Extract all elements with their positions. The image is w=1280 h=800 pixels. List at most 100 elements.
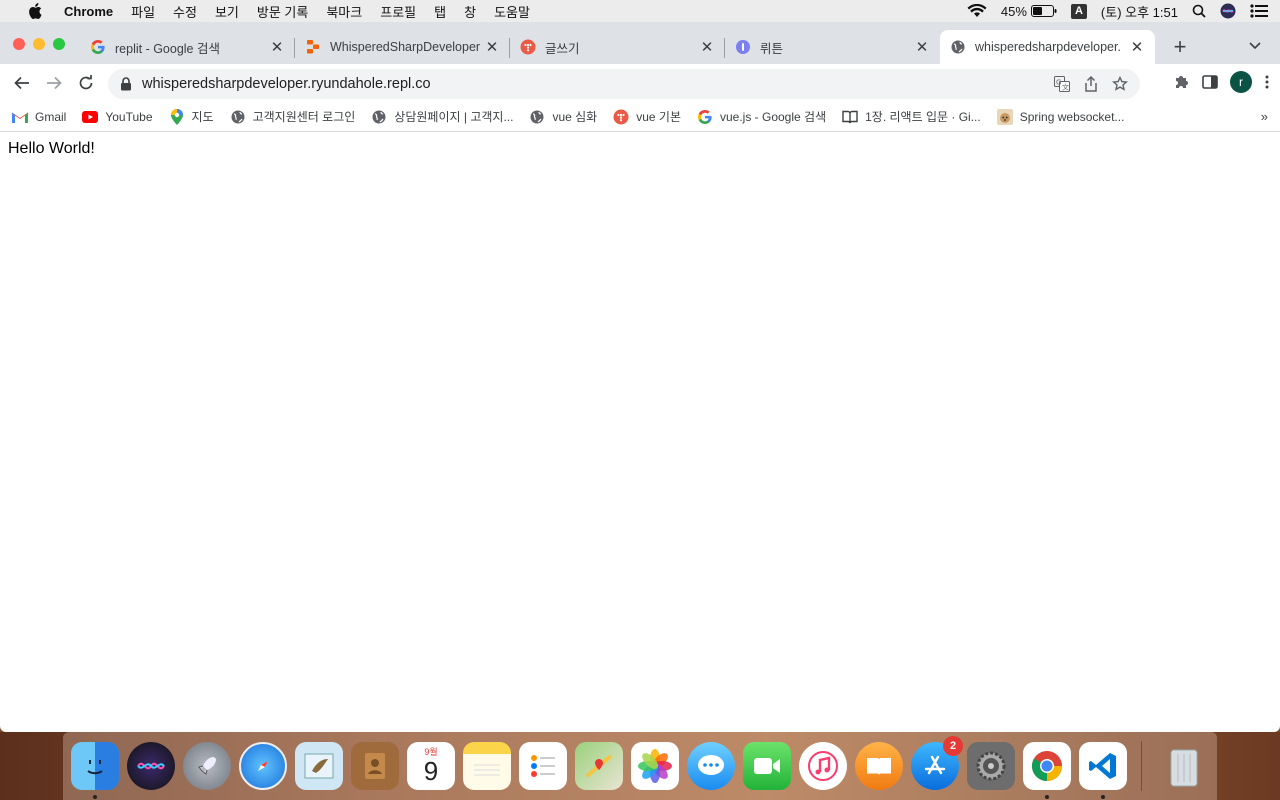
menubar-clock[interactable]: (토) 오후 1:51 — [1101, 2, 1178, 21]
bookmark-spring-websocket[interactable]: Spring websocket... — [996, 108, 1124, 125]
tab-list: replit - Google 검색 ✕ WhisperedSharpDevel… — [80, 30, 1155, 64]
menu-file[interactable]: 파일 — [131, 2, 155, 21]
extensions-puzzle-icon[interactable] — [1174, 74, 1190, 90]
facetime-icon[interactable] — [743, 742, 791, 790]
menu-window[interactable]: 창 — [464, 2, 476, 21]
url-text[interactable]: whisperedsharpdeveloper.ryundahole.repl.… — [142, 76, 431, 92]
photos-icon[interactable] — [631, 742, 679, 790]
bookmarks-bar: Gmail YouTube 지도 고객지원센터 로그인 상담원페이지 | 고객지… — [0, 102, 1280, 132]
replit-icon — [305, 39, 321, 55]
finder-icon[interactable] — [71, 742, 119, 799]
profile-avatar[interactable]: r — [1230, 71, 1252, 93]
bookmark-support-login[interactable]: 고객지원센터 로그인 — [230, 108, 356, 125]
music-icon[interactable] — [799, 742, 847, 790]
tab-close-icon[interactable]: ✕ — [484, 39, 500, 56]
kebab-menu-icon[interactable] — [1264, 74, 1270, 90]
svg-text:G: G — [1056, 79, 1061, 87]
launchpad-icon[interactable] — [183, 742, 231, 790]
mail-app-icon[interactable] — [295, 742, 343, 790]
menu-view[interactable]: 보기 — [215, 2, 239, 21]
menu-edit[interactable]: 수정 — [173, 2, 197, 21]
more-bookmarks-chevron-icon[interactable]: » — [1261, 109, 1268, 124]
bookmark-youtube[interactable]: YouTube — [82, 109, 153, 125]
books-icon[interactable] — [855, 742, 903, 790]
bookmark-label: Gmail — [35, 109, 67, 124]
youtube-icon — [82, 109, 99, 125]
new-tab-button[interactable]: + — [1168, 36, 1192, 60]
menu-help[interactable]: 도움말 — [494, 2, 530, 21]
battery-status[interactable]: 45% — [1001, 4, 1057, 19]
tab-search-chevron-icon[interactable] — [1248, 38, 1266, 56]
lock-icon[interactable] — [120, 77, 132, 91]
chrome-dock-icon[interactable] — [1023, 742, 1071, 799]
google-icon — [90, 39, 106, 55]
window-minimize-button[interactable] — [33, 38, 45, 50]
tab-write-post[interactable]: 글쓰기 ✕ — [510, 30, 725, 64]
apple-menu-icon[interactable] — [20, 3, 50, 19]
siri-icon[interactable] — [1220, 3, 1236, 19]
app-store-badge: 2 — [943, 736, 963, 756]
tab-replit-google[interactable]: replit - Google 검색 ✕ — [80, 30, 295, 64]
bookmark-label: 상담원페이지 | 고객지... — [394, 110, 514, 124]
tab-close-icon[interactable]: ✕ — [1129, 39, 1145, 56]
globe-icon — [529, 109, 545, 125]
calendar-icon[interactable]: 9월 9 — [407, 742, 455, 790]
menu-bookmarks[interactable]: 북마크 — [326, 2, 362, 21]
translate-icon[interactable]: G文 — [1054, 76, 1070, 92]
bookmark-agent-page[interactable]: 상담원페이지 | 고객지... — [371, 108, 513, 125]
svg-text:文: 文 — [1062, 83, 1069, 92]
maps-app-icon[interactable] — [575, 742, 623, 790]
menu-profiles[interactable]: 프로필 — [380, 2, 416, 21]
battery-icon — [1030, 5, 1057, 17]
book-icon — [842, 109, 858, 125]
reminders-icon[interactable] — [519, 742, 567, 790]
menu-history[interactable]: 방문 기록 — [257, 2, 308, 21]
hello-world-text: Hello World! — [8, 140, 95, 157]
tab-close-icon[interactable]: ✕ — [699, 39, 715, 56]
messages-icon[interactable] — [687, 742, 735, 790]
page-content: Hello World! — [0, 132, 1280, 166]
wifi-icon[interactable] — [967, 4, 987, 18]
safari-icon[interactable] — [239, 742, 287, 790]
bookmark-react-intro[interactable]: 1장. 리액트 입문 · Gi... — [842, 108, 981, 125]
share-icon[interactable] — [1084, 76, 1098, 92]
siri-app-icon[interactable] — [127, 742, 175, 790]
macos-dock: 9월 9 2 — [63, 732, 1217, 800]
bookmark-vue-basic[interactable]: vue 기본 — [613, 108, 681, 125]
tab-whispered-replit[interactable]: WhisperedSharpDeveloper ✕ — [295, 30, 510, 64]
tab-wrtn[interactable]: 뤼튼 ✕ — [725, 30, 940, 64]
forward-button[interactable] — [40, 69, 68, 97]
tab-whispered-site-active[interactable]: whisperedsharpdeveloper. ✕ — [940, 30, 1155, 64]
tab-close-icon[interactable]: ✕ — [914, 39, 930, 56]
reload-button[interactable] — [72, 69, 100, 97]
battery-percent: 45% — [1000, 3, 1027, 19]
tab-title: replit - Google 검색 — [115, 41, 220, 56]
bookmark-gmail[interactable]: Gmail — [12, 109, 66, 125]
bookmark-star-icon[interactable] — [1112, 76, 1128, 92]
bookmark-vue-advanced[interactable]: vue 심화 — [529, 108, 597, 125]
vscode-icon[interactable] — [1079, 742, 1127, 799]
address-bar[interactable]: whisperedsharpdeveloper.ryundahole.repl.… — [108, 69, 1140, 99]
window-zoom-button[interactable] — [53, 38, 65, 50]
bookmark-label: 고객지원센터 로그인 — [252, 110, 356, 124]
bookmark-vuejs-google[interactable]: vue.js - Google 검색 — [697, 108, 826, 125]
spotlight-search-icon[interactable] — [1192, 4, 1206, 18]
tab-close-icon[interactable]: ✕ — [269, 39, 285, 56]
window-close-button[interactable] — [13, 38, 25, 50]
control-center-icon[interactable] — [1250, 4, 1268, 18]
app-menu-chrome[interactable]: Chrome — [64, 4, 113, 19]
calendar-day: 9 — [423, 756, 439, 786]
notes-icon[interactable] — [463, 742, 511, 790]
app-store-icon[interactable]: 2 — [911, 736, 963, 790]
input-source-icon[interactable]: A — [1070, 3, 1087, 19]
system-preferences-icon[interactable] — [967, 742, 1015, 790]
menu-tab[interactable]: 탭 — [434, 2, 446, 21]
bookmark-maps[interactable]: 지도 — [169, 108, 214, 125]
tab-title: WhisperedSharpDeveloper — [330, 40, 481, 54]
reload-icon — [79, 75, 93, 90]
tistory-icon — [613, 109, 629, 125]
contacts-icon[interactable] — [351, 742, 399, 790]
back-button[interactable] — [8, 69, 36, 97]
side-panel-icon[interactable] — [1202, 74, 1218, 90]
trash-icon[interactable] — [1160, 742, 1208, 790]
